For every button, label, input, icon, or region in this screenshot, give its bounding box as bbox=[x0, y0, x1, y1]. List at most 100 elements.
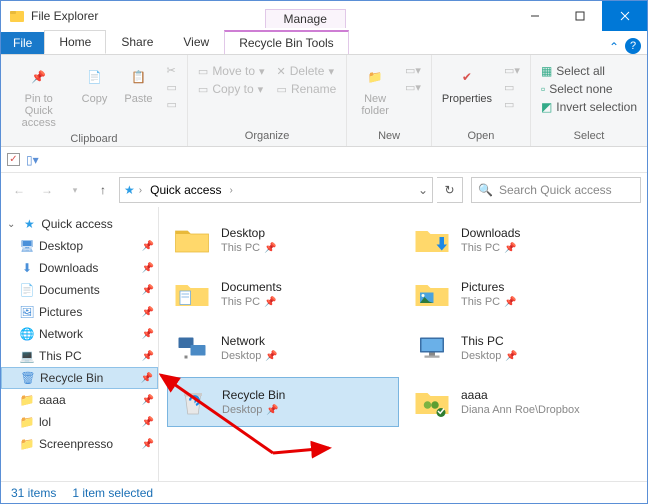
search-box[interactable]: 🔍 Search Quick access bbox=[471, 177, 641, 203]
pin-icon: 📌 bbox=[504, 243, 516, 254]
file-item-recycle-bin[interactable]: Recycle BinDesktop 📌 bbox=[167, 377, 399, 427]
chevron-right-icon[interactable]: › bbox=[229, 185, 232, 196]
select-all-button[interactable]: ▦ Select all bbox=[537, 63, 641, 79]
edit-icon[interactable]: ▭ bbox=[500, 80, 524, 95]
invert-selection-button[interactable]: ◩ Invert selection bbox=[537, 99, 641, 115]
shared-icon bbox=[411, 381, 453, 423]
folder-icon: 📁 bbox=[19, 414, 35, 430]
delete-button[interactable]: ✕ Delete ▾ bbox=[273, 63, 341, 79]
recycle-icon bbox=[172, 381, 214, 423]
address-bar[interactable]: ★ › Quick access › ⌄ bbox=[119, 177, 433, 203]
file-item-aaaa[interactable]: aaaaDiana Ann Roe\Dropbox bbox=[407, 377, 639, 427]
breadcrumb-quick-access[interactable]: Quick access bbox=[146, 181, 225, 199]
quick-access-toolbar: ✓ ▯▾ bbox=[1, 147, 647, 173]
group-new-label: New bbox=[378, 128, 400, 144]
minimize-button[interactable] bbox=[512, 1, 557, 31]
sidebar-item-lol[interactable]: 📁lol📌 bbox=[1, 411, 158, 433]
address-dropdown-icon[interactable]: ⌄ bbox=[418, 183, 428, 197]
group-clipboard-label: Clipboard bbox=[70, 131, 117, 147]
pin-icon: 📌 bbox=[142, 439, 154, 450]
ribbon: 📌Pin to Quick access 📄Copy 📋Paste ✂ ▭ ▭ … bbox=[1, 55, 647, 147]
file-item-desktop[interactable]: DesktopThis PC 📌 bbox=[167, 215, 399, 265]
thispc-icon bbox=[411, 327, 453, 369]
tab-recycle-bin-tools[interactable]: Recycle Bin Tools bbox=[224, 30, 349, 54]
pin-icon: 📌 bbox=[142, 285, 154, 296]
recent-locations-button[interactable]: ▾ bbox=[63, 178, 87, 202]
sidebar-item-recycle-bin[interactable]: 🗑Recycle Bin📌 bbox=[1, 367, 158, 389]
pin-icon: 📌 bbox=[265, 351, 277, 362]
ribbon-tabs: File Home Share View Recycle Bin Tools ⌃… bbox=[1, 31, 647, 55]
star-icon: ★ bbox=[21, 216, 37, 232]
close-button[interactable] bbox=[602, 1, 647, 31]
copy-to-button[interactable]: ▭ Copy to ▾ bbox=[194, 81, 269, 97]
navigation-pane[interactable]: ⌄ ★ Quick access 🖥Desktop📌⬇Downloads📌📄Do… bbox=[1, 207, 159, 481]
tab-view[interactable]: View bbox=[168, 30, 224, 54]
pin-icon: 📌 bbox=[142, 417, 154, 428]
search-icon: 🔍 bbox=[478, 183, 493, 197]
tab-home[interactable]: Home bbox=[44, 30, 106, 54]
history-icon[interactable]: ▭ bbox=[500, 97, 524, 112]
selection-count: 1 item selected bbox=[72, 486, 153, 500]
sidebar-item-network[interactable]: 🌐Network📌 bbox=[1, 323, 158, 345]
pin-icon: 📌 bbox=[142, 329, 154, 340]
pin-icon: 📌 bbox=[264, 243, 276, 254]
sidebar-item-documents[interactable]: 📄Documents📌 bbox=[1, 279, 158, 301]
copy-path-icon[interactable]: ▭ bbox=[163, 80, 181, 95]
rename-button[interactable]: ▭ Rename bbox=[273, 81, 341, 97]
copy-button[interactable]: 📄Copy bbox=[75, 61, 115, 107]
pin-icon: 📌 bbox=[504, 297, 516, 308]
folder-icon: 📄 bbox=[19, 282, 35, 298]
group-select-label: Select bbox=[574, 128, 605, 144]
pin-icon: 📌 bbox=[142, 263, 154, 274]
group-open-label: Open bbox=[467, 128, 494, 144]
downloads-icon bbox=[411, 219, 453, 261]
chevron-right-icon[interactable]: › bbox=[139, 185, 142, 196]
up-button[interactable]: ↑ bbox=[91, 178, 115, 202]
file-item-documents[interactable]: DocumentsThis PC 📌 bbox=[167, 269, 399, 319]
help-icon[interactable]: ? bbox=[625, 38, 641, 54]
select-none-button[interactable]: ▫ Select none bbox=[537, 81, 641, 97]
sidebar-item-this-pc[interactable]: 💻This PC📌 bbox=[1, 345, 158, 367]
collapse-ribbon-icon[interactable]: ⌃ bbox=[603, 40, 625, 54]
cut-icon[interactable]: ✂ bbox=[163, 63, 181, 78]
folder-icon: 📁 bbox=[19, 392, 35, 408]
move-to-button[interactable]: ▭ Move to ▾ bbox=[194, 63, 269, 79]
paste-shortcut-icon[interactable]: ▭ bbox=[163, 97, 181, 112]
qat-view-icon[interactable]: ▯▾ bbox=[26, 153, 39, 167]
sidebar-item-aaaa[interactable]: 📁aaaa📌 bbox=[1, 389, 158, 411]
checkbox-toggle[interactable]: ✓ bbox=[7, 153, 20, 166]
easy-access-icon[interactable]: ▭▾ bbox=[401, 80, 425, 95]
file-item-this-pc[interactable]: This PCDesktop 📌 bbox=[407, 323, 639, 373]
sidebar-item-pictures[interactable]: 🖼Pictures📌 bbox=[1, 301, 158, 323]
paste-button[interactable]: 📋Paste bbox=[119, 61, 159, 107]
pin-icon: 📌 bbox=[264, 297, 276, 308]
expand-caret-icon[interactable]: ⌄ bbox=[7, 219, 15, 230]
sidebar-item-downloads[interactable]: ⬇Downloads📌 bbox=[1, 257, 158, 279]
properties-button[interactable]: ✔Properties bbox=[438, 61, 496, 107]
pin-icon: 📌 bbox=[142, 307, 154, 318]
folder-icon: 🌐 bbox=[19, 326, 35, 342]
sidebar-quick-access[interactable]: ⌄ ★ Quick access bbox=[1, 213, 158, 235]
pin-icon: 📌 bbox=[266, 405, 278, 416]
refresh-button[interactable]: ↻ bbox=[437, 177, 463, 203]
network-icon bbox=[171, 327, 213, 369]
file-item-pictures[interactable]: PicturesThis PC 📌 bbox=[407, 269, 639, 319]
status-bar: 31 items 1 item selected bbox=[1, 481, 647, 503]
file-item-network[interactable]: NetworkDesktop 📌 bbox=[167, 323, 399, 373]
open-icon[interactable]: ▭▾ bbox=[500, 63, 524, 78]
pin-to-quick-access-button[interactable]: 📌Pin to Quick access bbox=[7, 61, 71, 131]
forward-button[interactable]: → bbox=[35, 178, 59, 202]
sidebar-item-screenpresso[interactable]: 📁Screenpresso📌 bbox=[1, 433, 158, 455]
back-button[interactable]: ← bbox=[7, 178, 31, 202]
maximize-button[interactable] bbox=[557, 1, 602, 31]
file-item-downloads[interactable]: DownloadsThis PC 📌 bbox=[407, 215, 639, 265]
contextual-tab-manage[interactable]: Manage bbox=[265, 9, 346, 28]
sidebar-item-desktop[interactable]: 🖥Desktop📌 bbox=[1, 235, 158, 257]
tab-share[interactable]: Share bbox=[106, 30, 168, 54]
file-list[interactable]: DesktopThis PC 📌DownloadsThis PC 📌Docume… bbox=[159, 207, 647, 481]
folder-icon: 🖼 bbox=[19, 304, 35, 320]
file-tab[interactable]: File bbox=[1, 32, 44, 54]
titlebar[interactable]: File Explorer Manage bbox=[1, 1, 647, 31]
new-folder-button[interactable]: 📁New folder bbox=[353, 61, 397, 119]
new-item-icon[interactable]: ▭▾ bbox=[401, 63, 425, 78]
